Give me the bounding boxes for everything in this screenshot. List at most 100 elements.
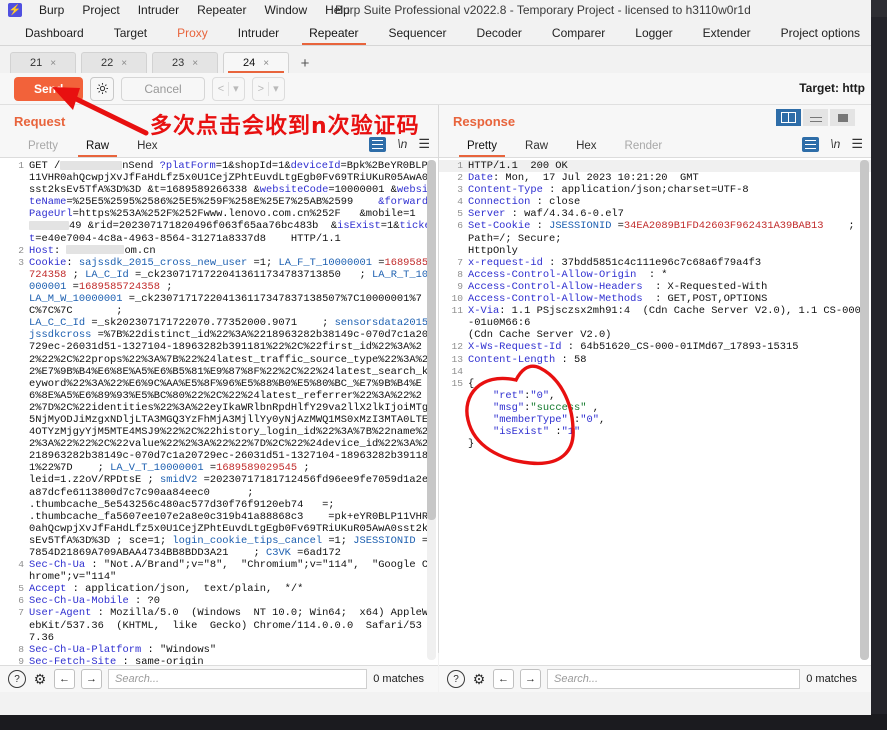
- line-number: 7: [18, 607, 24, 619]
- code-token: :: [549, 426, 562, 439]
- add-repeater-tab-button[interactable]: +: [294, 53, 316, 73]
- line-number: 1: [457, 160, 463, 171]
- gear-icon[interactable]: ⚙: [32, 671, 48, 687]
- code-token: : 37bdd5851c4c111e96c7c68a6f79a4f3: [542, 256, 762, 269]
- single-view-button[interactable]: [830, 109, 855, 126]
- search-next-button[interactable]: →: [520, 669, 541, 689]
- response-body[interactable]: 1 HTTP/1.1 200 OK 2 Date: Mon, 17 Jul 2023 …: [439, 158, 871, 665]
- code-token: User-Agent: [29, 607, 92, 620]
- tab-sequencer[interactable]: Sequencer: [374, 20, 462, 45]
- repeater-tab-24[interactable]: 24 ×: [223, 52, 289, 73]
- response-tab-pretty[interactable]: Pretty: [453, 134, 511, 157]
- tab-repeater[interactable]: Repeater: [294, 20, 373, 45]
- format-icon[interactable]: [802, 136, 820, 152]
- response-tab-raw[interactable]: Raw: [511, 134, 562, 157]
- request-response-panes: Request Pretty Raw Hex \n ☰ 1 GET / nSend …: [0, 105, 871, 692]
- menu-icon[interactable]: ☰: [851, 136, 863, 152]
- code-token: ;: [228, 547, 266, 559]
- search-prev-button[interactable]: ←: [493, 669, 514, 689]
- menu-icon[interactable]: ☰: [418, 136, 430, 152]
- close-icon[interactable]: ×: [50, 58, 56, 69]
- code-token: : ?0: [128, 595, 160, 608]
- close-icon[interactable]: ×: [192, 58, 198, 69]
- code-token: LA_C_C_Id: [29, 317, 86, 330]
- request-tab-pretty[interactable]: Pretty: [14, 134, 72, 157]
- code-token: ,: [598, 413, 606, 426]
- line-number: [439, 402, 468, 414]
- response-pane: Response Pretty Raw Hex Render \n ☰ 1 HTT…: [439, 105, 871, 692]
- divider: [268, 81, 270, 96]
- line-number: 6: [457, 220, 463, 232]
- menu-item-project[interactable]: Project: [73, 1, 128, 19]
- response-tab-render[interactable]: Render: [611, 134, 677, 157]
- tab-extender[interactable]: Extender: [688, 20, 766, 45]
- code-token: : waf/4.34.6-0.el7: [505, 208, 624, 221]
- menu-item-burp[interactable]: Burp: [30, 1, 73, 19]
- request-body[interactable]: 1 GET / nSend ?platForm=1&shopId=1&deviceI…: [0, 158, 438, 665]
- tab-intruder[interactable]: Intruder: [223, 20, 294, 45]
- menu-item-repeater[interactable]: Repeater: [188, 1, 255, 19]
- search-next-button[interactable]: →: [81, 669, 102, 689]
- line-text: HTTP/1.1 200 OK: [468, 160, 871, 172]
- next-request-button[interactable]: > ▾: [251, 76, 285, 101]
- cancel-button[interactable]: Cancel: [121, 76, 205, 101]
- redacted-value: [66, 245, 125, 255]
- view-mode-toggle-group: [776, 109, 855, 126]
- stacked-view-button[interactable]: [803, 109, 828, 126]
- line-number: 8: [18, 643, 24, 655]
- tab-decoder[interactable]: Decoder: [462, 20, 537, 45]
- help-icon[interactable]: ?: [447, 670, 465, 688]
- close-icon[interactable]: ×: [263, 58, 269, 69]
- code-token: LA_C_Id: [85, 268, 129, 281]
- menu-item-intruder[interactable]: Intruder: [129, 1, 188, 19]
- gear-icon[interactable]: [90, 76, 115, 101]
- help-icon[interactable]: ?: [8, 670, 26, 688]
- search-prev-button[interactable]: ←: [54, 669, 75, 689]
- response-scrollbar[interactable]: [860, 160, 869, 660]
- split-view-button[interactable]: [776, 109, 801, 126]
- request-search-input[interactable]: Search...: [108, 669, 368, 689]
- code-token: om.cn: [124, 244, 156, 257]
- repeater-tab-22[interactable]: 22 ×: [81, 52, 147, 73]
- code-token: :: [66, 256, 79, 269]
- line-text: x-request-id : 37bdd5851c4c111e96c7c68a6…: [468, 257, 871, 269]
- tab-project-options[interactable]: Project options: [766, 20, 871, 45]
- code-token: Access-Control-Allow-Headers: [468, 280, 643, 293]
- line-number: 1: [18, 160, 24, 171]
- redacted-value: [29, 221, 69, 231]
- close-icon[interactable]: ×: [121, 58, 127, 69]
- code-token: ;: [66, 268, 86, 281]
- gear-icon[interactable]: ⚙: [471, 671, 487, 687]
- line-number: 10: [451, 293, 463, 305]
- previous-request-button[interactable]: < ▾: [211, 76, 245, 101]
- newline-icon[interactable]: \n: [830, 137, 840, 151]
- code-token: }: [468, 438, 475, 451]
- chevron-down-icon[interactable]: ▾: [233, 82, 239, 95]
- request-scrollbar[interactable]: [427, 160, 436, 660]
- response-search-input[interactable]: Search...: [547, 669, 801, 689]
- tab-logger[interactable]: Logger: [620, 20, 687, 45]
- repeater-tab-21[interactable]: 21 ×: [10, 52, 76, 73]
- line-number: [439, 426, 468, 438]
- code-token: 1689585724358: [78, 280, 160, 293]
- chevron-down-icon[interactable]: ▾: [273, 82, 279, 95]
- line-text: Access-Control-Allow-Headers : X-Request…: [468, 281, 871, 293]
- tab-dashboard[interactable]: Dashboard: [10, 20, 99, 45]
- code-token: websiteCode: [259, 184, 329, 197]
- code-line: 7 x-request-id : 37bdd5851c4c111e96c7c68a…: [439, 257, 871, 269]
- tab-proxy[interactable]: Proxy: [162, 20, 223, 45]
- line-number: [439, 390, 468, 402]
- code-token: : close: [530, 196, 581, 209]
- burp-logo-icon: ⚡: [8, 3, 22, 17]
- request-tab-raw[interactable]: Raw: [72, 134, 123, 157]
- line-text: "ret":"0",: [468, 390, 871, 402]
- code-line: 15 {: [439, 378, 871, 390]
- line-text: [468, 366, 871, 378]
- response-tab-hex[interactable]: Hex: [562, 134, 610, 157]
- tab-target[interactable]: Target: [99, 20, 162, 45]
- menu-item-window[interactable]: Window: [255, 1, 316, 19]
- tab-comparer[interactable]: Comparer: [537, 20, 620, 45]
- send-button[interactable]: Send: [14, 76, 84, 101]
- repeater-tab-23[interactable]: 23 ×: [152, 52, 218, 73]
